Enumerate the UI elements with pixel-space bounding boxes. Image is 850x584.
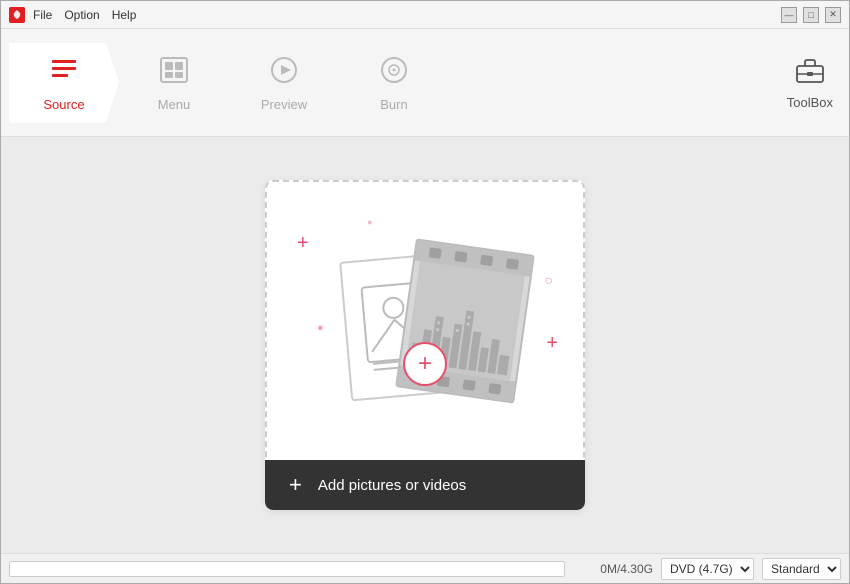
preview-label: Preview (261, 97, 307, 112)
maximize-button[interactable]: □ (803, 7, 819, 23)
nav-step-menu[interactable]: Menu (119, 43, 229, 123)
menu-option[interactable]: Option (64, 8, 99, 22)
add-media-circle: + (403, 342, 447, 386)
disc-type-dropdown[interactable]: DVD (4.7G) BD (25G) (661, 558, 754, 580)
add-media-button[interactable]: + Add pictures or videos (265, 460, 585, 510)
deco-plus-2: + (546, 332, 558, 355)
menu-icon (158, 54, 190, 93)
drop-zone: + ● ○ + ● (265, 180, 585, 510)
add-media-label: Add pictures or videos (318, 477, 466, 494)
main-content: + ● ○ + ● (1, 137, 849, 553)
menu-help[interactable]: Help (112, 8, 137, 22)
burn-label: Burn (380, 97, 407, 112)
title-bar-left: File Option Help (9, 7, 136, 23)
title-bar: File Option Help — □ ✕ (1, 1, 849, 29)
toolbar: Source Menu (1, 29, 849, 137)
source-icon (48, 54, 80, 93)
title-bar-controls: — □ ✕ (781, 7, 841, 23)
deco-dot-2: ○ (545, 272, 553, 288)
add-plus-icon: + (289, 474, 302, 496)
film-perf (454, 251, 467, 263)
title-bar-menu: File Option Help (33, 8, 136, 22)
quality-dropdown[interactable]: Standard High Low (762, 558, 841, 580)
illustration: + (325, 236, 525, 416)
film-perf (429, 247, 442, 259)
status-bar: 0M/4.30G DVD (4.7G) BD (25G) Standard Hi… (1, 553, 849, 583)
toolbox-button[interactable]: ToolBox (787, 56, 833, 110)
nav-step-preview[interactable]: Preview (229, 43, 339, 123)
app-icon (9, 7, 25, 23)
deco-plus-1: + (297, 232, 309, 255)
toolbox-icon (795, 56, 825, 91)
deco-dot-1: ● (317, 322, 324, 334)
toolbox-label: ToolBox (787, 95, 833, 110)
close-button[interactable]: ✕ (825, 7, 841, 23)
menu-label: Menu (158, 97, 191, 112)
nav-steps: Source Menu (9, 43, 449, 123)
burn-icon (378, 54, 410, 93)
nav-step-burn[interactable]: Burn (339, 43, 449, 123)
film-perf (462, 379, 475, 391)
film-perf (480, 255, 493, 267)
drop-zone-inner[interactable]: + ● ○ + ● (265, 180, 585, 460)
menu-file[interactable]: File (33, 8, 52, 22)
minimize-button[interactable]: — (781, 7, 797, 23)
nav-step-source[interactable]: Source (9, 43, 119, 123)
size-indicator: 0M/4.30G (573, 562, 653, 576)
film-perf (506, 258, 519, 270)
film-perf (488, 383, 501, 395)
deco-dot-3: ● (367, 217, 372, 227)
source-label: Source (43, 97, 84, 112)
progress-bar (9, 561, 565, 577)
preview-icon (268, 54, 300, 93)
